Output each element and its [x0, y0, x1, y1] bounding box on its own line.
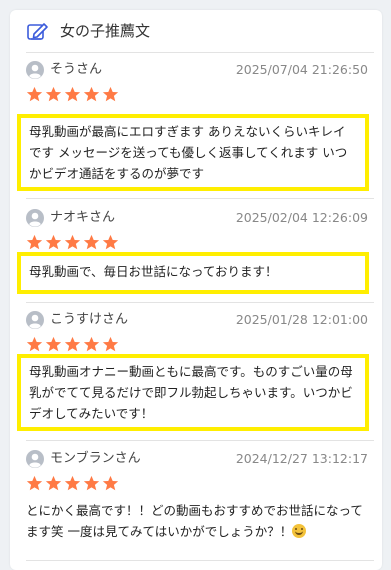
avatar-icon [26, 311, 44, 329]
star-icon [26, 336, 43, 352]
star-icon [26, 234, 43, 250]
star-rating [26, 86, 119, 104]
edit-icon [27, 23, 48, 40]
star-icon [45, 86, 62, 102]
reviewer-name: ナオキさん [50, 210, 116, 225]
review-date: 2025/02/04 12:26:09 [235, 210, 368, 225]
star-icon [102, 475, 119, 491]
recommendation-panel: 女の子推薦文 そうさん 2025/07/04 21:26:50 母乳動画が最高に… [10, 10, 382, 570]
review-text: 母乳動画が最高にエロすぎます ありえないくらいキレイです メッセージを送っても優… [17, 114, 369, 191]
review-date: 2025/01/28 12:01:00 [235, 312, 368, 327]
star-icon [83, 475, 100, 491]
reviewer-name: こうすけさん [50, 312, 129, 327]
avatar-icon [26, 209, 44, 227]
review-date: 2024/12/27 13:12:17 [235, 451, 368, 466]
star-icon [26, 475, 43, 491]
reviewer-name: そうさん [50, 62, 103, 77]
star-icon [45, 336, 62, 352]
review-date: 2025/07/04 21:26:50 [235, 62, 368, 77]
star-icon [64, 336, 81, 352]
review-text: 母乳動画オナニー動画ともに最高です。ものすごい量の母乳がでてて見るだけで即フル勃… [17, 354, 369, 431]
star-rating [26, 475, 119, 493]
review-text: とにかく最高です！！どの動画もおすすめでお世話になってます笑 一度は見てみてはい… [26, 503, 363, 539]
review-divider [26, 302, 374, 303]
star-icon [45, 234, 62, 250]
star-rating [26, 234, 119, 252]
star-icon [64, 86, 81, 102]
panel-header: 女の子推薦文 [10, 10, 382, 52]
star-icon [102, 234, 119, 250]
star-icon [102, 336, 119, 352]
review-divider [26, 560, 374, 561]
star-icon [102, 86, 119, 102]
star-icon [26, 86, 43, 102]
reviewer-name: モンブランさん [50, 451, 141, 466]
star-icon [64, 234, 81, 250]
avatar-icon [26, 61, 44, 79]
review-divider [26, 440, 374, 441]
smiling-face-icon [292, 524, 307, 538]
avatar-icon [26, 450, 44, 468]
star-icon [83, 86, 100, 102]
header-divider [26, 52, 374, 53]
panel-title: 女の子推薦文 [60, 22, 151, 40]
star-icon [83, 234, 100, 250]
star-icon [45, 475, 62, 491]
review-text-container: とにかく最高です！！どの動画もおすすめでお世話になってます笑 一度は見てみてはい… [26, 500, 371, 542]
star-rating [26, 336, 119, 354]
star-icon [64, 475, 81, 491]
star-icon [83, 336, 100, 352]
review-divider [26, 198, 374, 199]
review-text: 母乳動画で、毎日お世話になっております！ [17, 252, 369, 294]
